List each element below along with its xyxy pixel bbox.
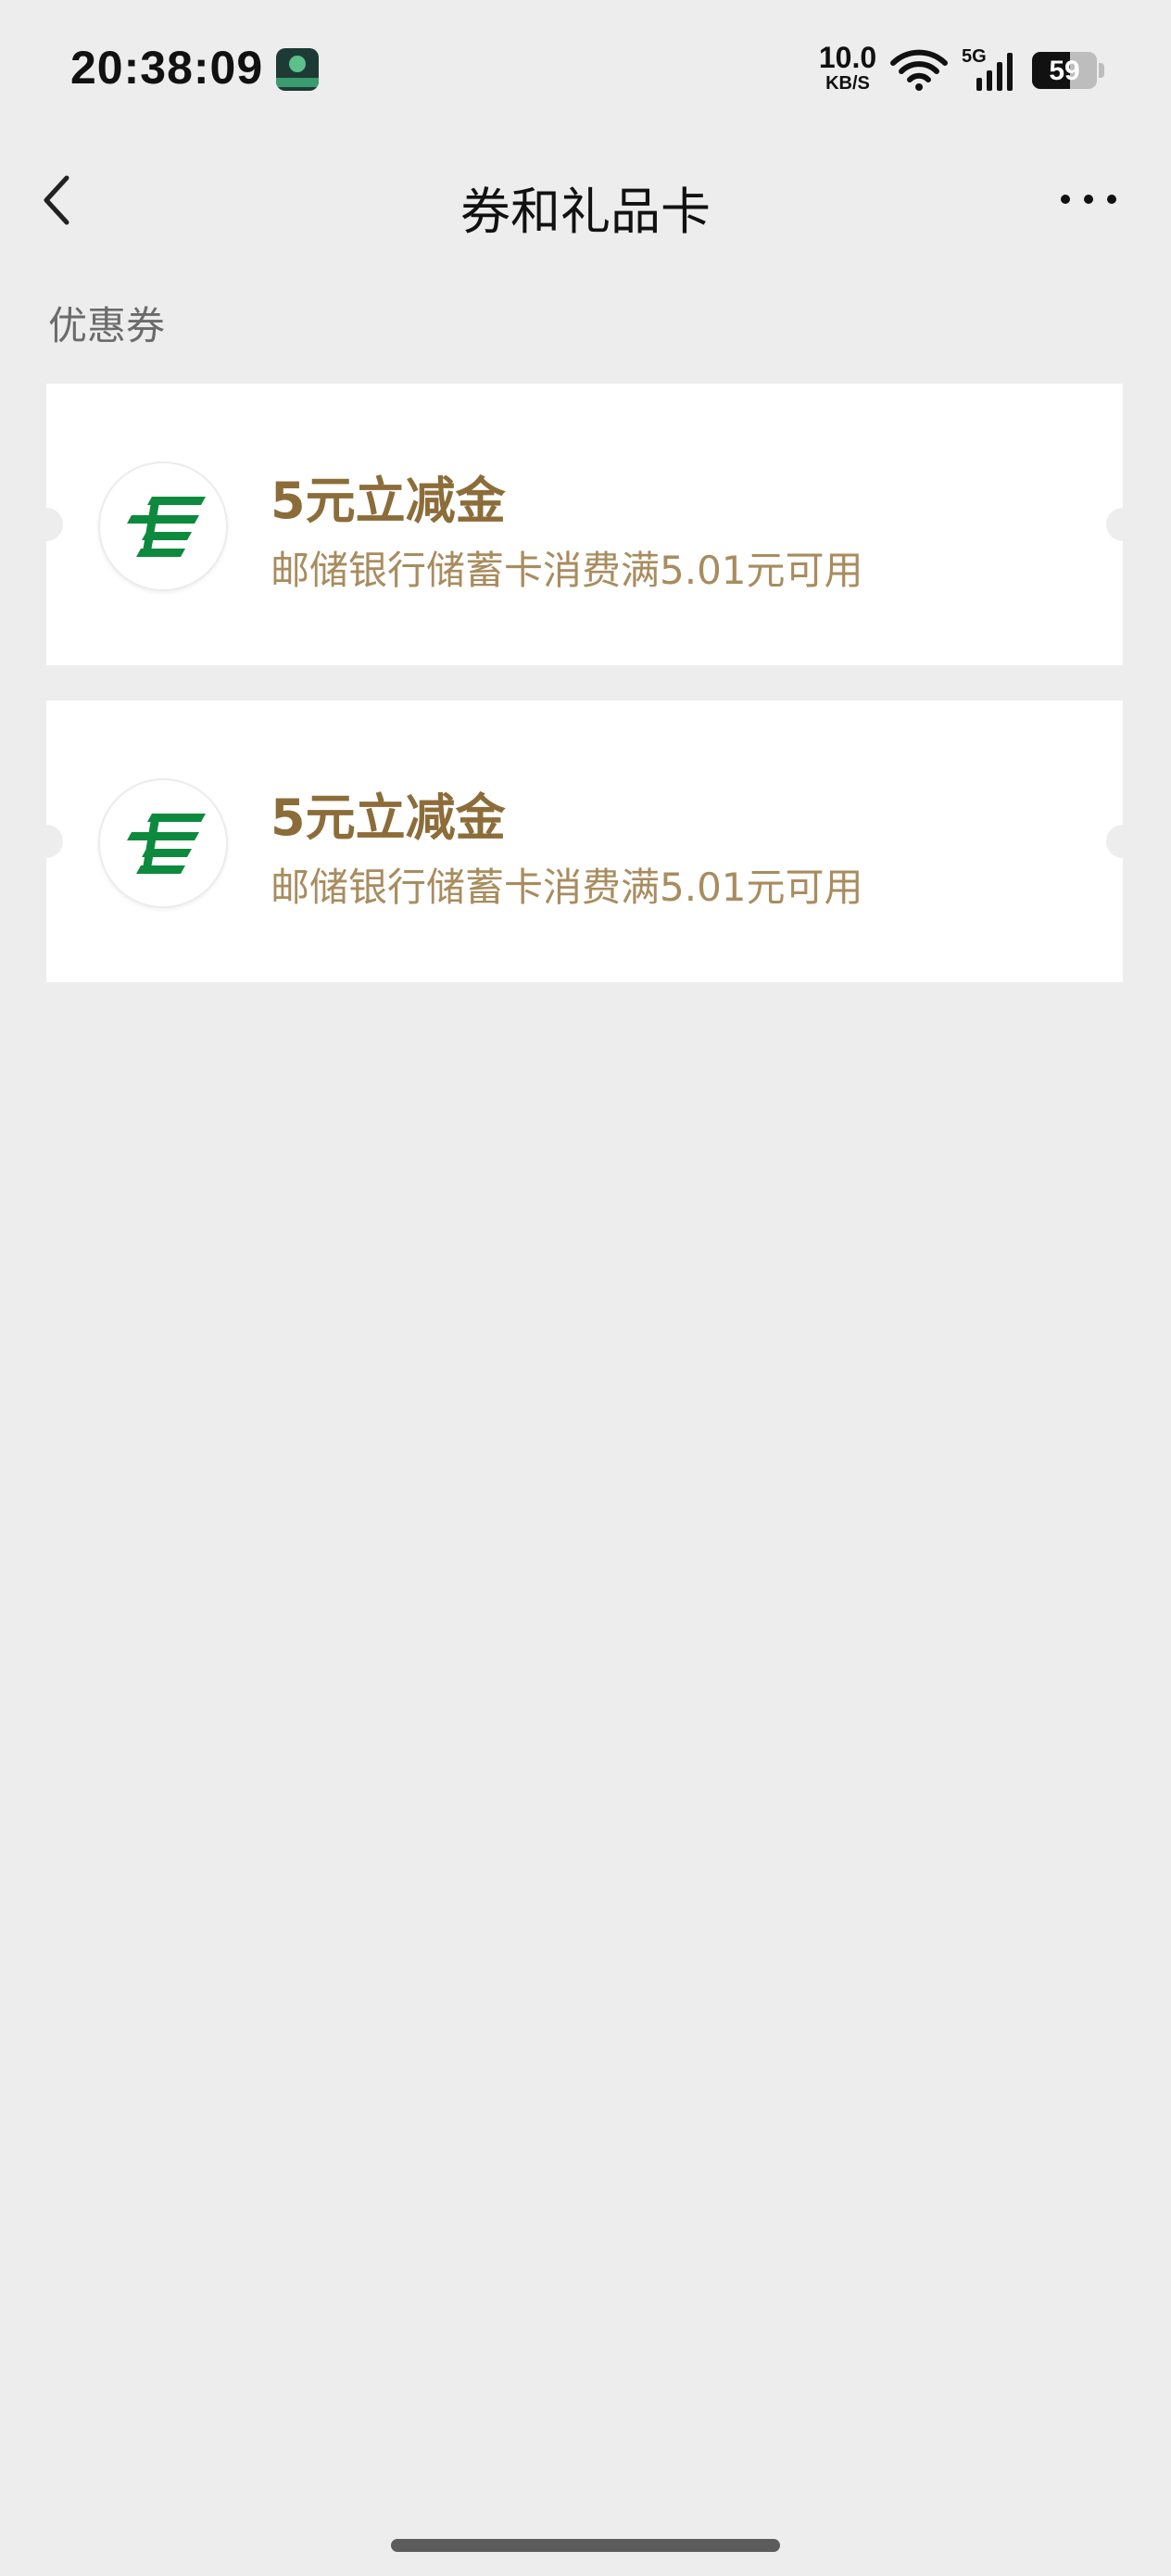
battery-icon: 59 [1032, 52, 1097, 89]
coupon-card[interactable]: 5元立减金 邮储银行储蓄卡消费满5.01元可用 [30, 384, 1140, 665]
card-notch [30, 825, 63, 858]
card-notch [30, 508, 63, 541]
signal-icon [976, 53, 1013, 91]
coupon-card[interactable]: 5元立减金 邮储银行储蓄卡消费满5.01元可用 [30, 701, 1140, 982]
status-bar: 20:38:09 10.0 KB/S 5G 59 [0, 0, 1171, 139]
china-post-logo-icon [98, 461, 228, 591]
coupon-description: 邮储银行储蓄卡消费满5.01元可用 [271, 865, 863, 910]
wifi-icon [890, 49, 948, 91]
app-badge-icon [276, 48, 319, 91]
card-notch [1106, 508, 1140, 541]
battery-tip [1099, 63, 1104, 78]
coupon-description: 邮储银行储蓄卡消费满5.01元可用 [271, 548, 863, 593]
china-post-logo-icon [98, 778, 228, 908]
coupon-title: 5元立减金 [271, 472, 506, 530]
status-time: 20:38:09 [70, 42, 264, 94]
coupon-title: 5元立减金 [271, 789, 506, 847]
coupon-list: 5元立减金 邮储银行储蓄卡消费满5.01元可用 5元立减金 邮储银行储蓄卡消费满… [30, 384, 1140, 1017]
card-notch [1106, 825, 1140, 858]
nav-bar: 券和礼品卡 [0, 139, 1171, 259]
net-speed: 10.0 KB/S [815, 43, 880, 93]
net-speed-value: 10.0 [818, 41, 877, 74]
home-indicator[interactable] [391, 2539, 780, 2552]
page-title: 券和礼品卡 [460, 183, 711, 241]
net-speed-unit: KB/S [825, 73, 870, 94]
battery-level: 59 [1049, 56, 1080, 86]
section-label-coupons: 优惠券 [48, 303, 166, 348]
more-dots-icon[interactable] [1056, 185, 1121, 213]
